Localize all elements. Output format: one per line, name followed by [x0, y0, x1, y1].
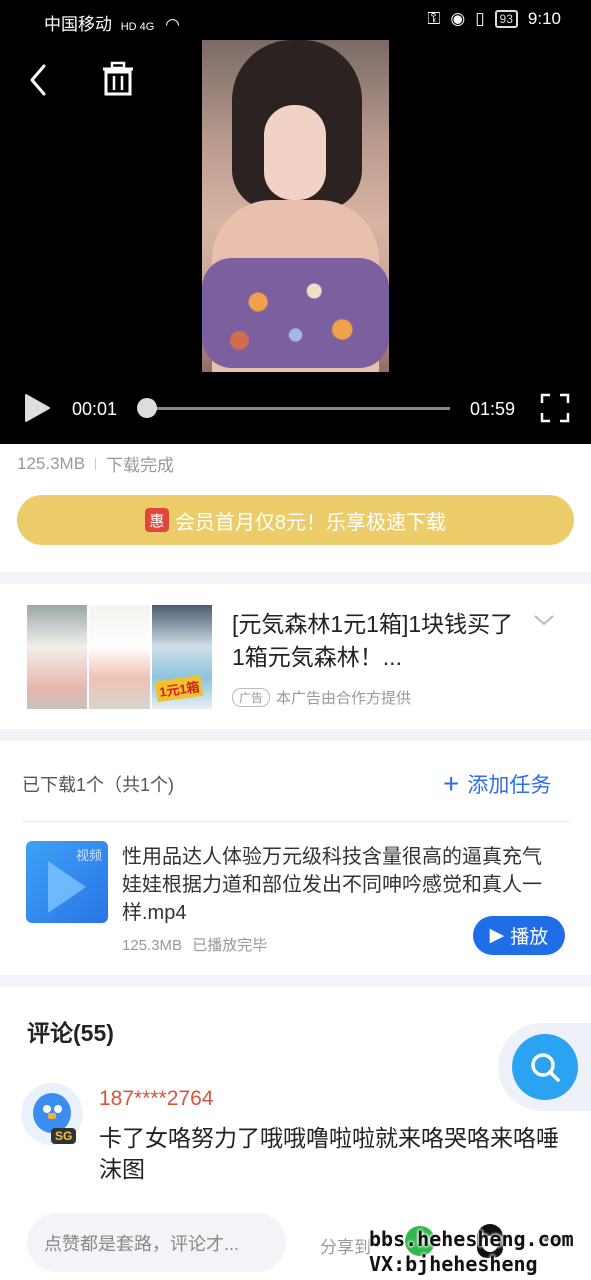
play-icon: ▶ — [489, 925, 505, 946]
ad-provider: 本广告由合作方提供 — [276, 690, 412, 707]
play-button[interactable] — [22, 392, 52, 424]
watermark: bbs.hehesheng.com VX:bjhehesheng — [369, 1227, 574, 1277]
seek-bar[interactable] — [144, 407, 450, 410]
censor-sticker — [202, 258, 389, 368]
section-divider — [0, 572, 591, 584]
ad-thumbnail: 1元1箱 — [27, 605, 212, 709]
video-player[interactable]: 中国移动 HD 4G ◠ ⚿ ◉ ▯ 93 9:10 00:01 01:59 — [0, 0, 591, 444]
discount-badge: 惠 — [144, 508, 169, 532]
back-arrow-icon — [30, 64, 46, 96]
search-button[interactable] — [498, 1023, 591, 1111]
play-icon — [25, 394, 50, 422]
video-frame[interactable] — [202, 40, 389, 372]
watermark-line1: bbs.hehesheng.com — [369, 1227, 574, 1251]
section-divider — [0, 975, 591, 987]
user-badge: SG — [51, 1128, 77, 1144]
ad-expand-button[interactable] — [532, 612, 556, 633]
search-icon — [531, 1053, 560, 1082]
ad-label: 广告 本广告由合作方提供 — [232, 687, 411, 708]
play-label: 播放 — [510, 927, 549, 948]
status-bar: 中国移动 HD 4G ◠ ⚿ ◉ ▯ 93 9:10 — [0, 0, 591, 40]
comments-title: 评论(55) — [27, 1020, 114, 1046]
play-arrow-icon — [48, 861, 86, 913]
eye-icon: ◉ — [450, 9, 466, 28]
watermark-line2: VX:bjhehesheng — [369, 1252, 538, 1276]
divider — [22, 821, 571, 822]
ad-title[interactable]: [元気森林1元1箱]1块钱买了1箱元気森林！... — [232, 608, 522, 674]
ad-thumb-badge: 1元1箱 — [154, 674, 204, 703]
wifi-icon: ◠ — [165, 15, 180, 34]
file-name[interactable]: 性用品达人体验万元级科技含量很高的逼真充气娃娃根据力道和部位发出不同呻吟感觉和真… — [122, 843, 552, 927]
download-status: 下载完成 — [106, 456, 175, 475]
file-info: 125.3MB 下载完成 — [17, 451, 174, 476]
plus-icon: + — [443, 768, 460, 799]
vip-promo-text: 会员首月仅8元！乐享极速下载 — [174, 511, 447, 534]
video-file-icon[interactable]: 视频 — [26, 841, 108, 923]
delete-button[interactable] — [100, 60, 136, 100]
key-icon: ⚿ — [427, 9, 441, 28]
current-time: 00:01 — [72, 399, 118, 419]
file-size: 125.3MB — [17, 453, 86, 473]
vibrate-icon: ▯ — [475, 9, 485, 28]
seek-handle[interactable] — [137, 398, 158, 418]
fullscreen-icon — [540, 393, 570, 423]
add-task-button[interactable]: + 添加任务 — [443, 769, 551, 799]
network-indicator: HD 4G — [120, 21, 155, 33]
file-size: 125.3MB — [122, 937, 183, 954]
share-label: 分享到 — [320, 1238, 371, 1257]
carrier-label: 中国移动 — [44, 15, 112, 34]
comment-input[interactable]: 点赞都是套路，评论才... — [27, 1213, 286, 1272]
trash-icon — [103, 61, 133, 96]
chevron-down-icon — [534, 615, 554, 626]
download-count: 已下载1个（共1个) — [22, 775, 175, 795]
add-task-label: 添加任务 — [467, 774, 552, 797]
total-time: 01:59 — [470, 399, 516, 419]
battery-indicator: 93 — [494, 10, 518, 28]
ad-tag: 广告 — [232, 688, 271, 707]
fullscreen-button[interactable] — [540, 393, 570, 423]
file-meta: 125.3MB 已播放完毕 — [122, 934, 267, 955]
comment-text: 卡了女咯努力了哦哦噜啦啦就来咯哭咯来咯唾沫图 — [99, 1125, 559, 1182]
section-divider — [0, 729, 591, 741]
vip-promo-button[interactable]: 惠 会员首月仅8元！乐享极速下载 — [17, 495, 574, 545]
comment-username[interactable]: 187****2764 — [99, 1087, 213, 1111]
play-file-button[interactable]: ▶ 播放 — [473, 916, 565, 955]
clock: 9:10 — [527, 9, 561, 28]
divider — [95, 457, 97, 470]
back-button[interactable] — [24, 60, 54, 100]
ad-card[interactable]: 1元1箱 [元気森林1元1箱]1块钱买了1箱元気森林！... 广告 本广告由合作… — [0, 584, 591, 729]
playback-status: 已播放完毕 — [192, 937, 268, 954]
